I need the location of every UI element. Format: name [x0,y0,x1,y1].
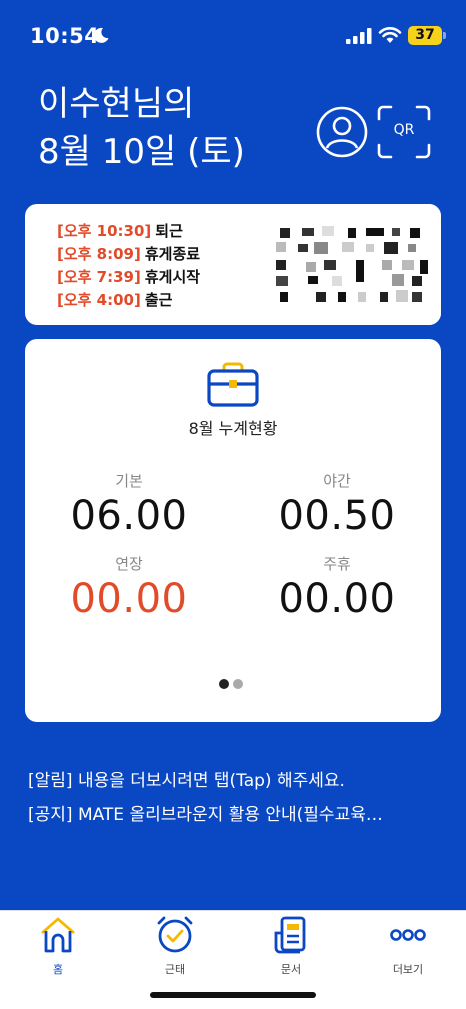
battery-tip [443,32,446,39]
time-log-list: [오후 10:30] 퇴근 [오후 8:09] 휴게종료 [오후 7:39] 휴게시작… [57,220,200,312]
stat-night: 야간 00.50 [247,470,427,539]
stat-label: 연장 [115,555,143,573]
qr-label: QR [393,122,415,138]
log-label: 휴게시작 [144,268,201,286]
nav-more[interactable]: 더보기 [368,915,448,977]
status-time: 10:54 [30,24,100,48]
stat-value: 00.00 [278,576,396,622]
greeting: 이수현님의 8월 10일 (토) [38,80,245,176]
page-indicator[interactable] [219,679,249,689]
page-dot-active[interactable] [219,679,229,689]
nav-documents[interactable]: 문서 [251,915,331,977]
alarm-clock-icon [157,916,193,953]
stat-label: 기본 [115,472,143,490]
home-indicator[interactable] [150,992,316,998]
time-log-row: [오후 4:00] 출근 [57,289,200,312]
stat-overtime: 연장 00.00 [39,553,219,622]
log-time: [오후 7:39] [57,268,141,286]
nav-home[interactable]: 홈 [18,915,98,977]
pixelated-redaction [262,204,441,325]
stat-weekly-holiday: 주휴 00.00 [247,553,427,622]
moon-icon [93,27,109,43]
nav-label: 더보기 [392,963,424,976]
nav-label: 문서 [280,963,302,976]
briefcase-icon [207,362,259,407]
log-time: [오후 10:30] [57,222,152,240]
stat-label: 야간 [323,472,351,490]
status-bar: 10:54 37 [0,0,466,70]
more-icon [390,929,426,941]
home-icon [41,917,75,953]
stat-value: 00.00 [70,576,188,622]
log-label: 출근 [144,291,173,309]
nav-label: 근태 [164,963,186,976]
stat-label: 주휴 [323,555,351,573]
log-time: [오후 4:00] [57,291,141,309]
log-time: [오후 8:09] [57,245,141,263]
time-log-row: [오후 7:39] 휴게시작 [57,266,200,289]
time-log-row: [오후 10:30] 퇴근 [57,220,200,243]
page-dot[interactable] [233,679,243,689]
stats-title: 8월 누계현황 [188,419,278,438]
wifi-icon [378,27,402,43]
stat-value: 00.50 [278,493,396,539]
log-label: 퇴근 [155,222,183,240]
time-log-card[interactable]: [오후 10:30] 퇴근 [오후 8:09] 휴게종료 [오후 7:39] 휴게시작… [25,204,441,325]
signal-icon [346,28,372,44]
qr-scan-button[interactable]: QR [377,105,431,159]
time-log-row: [오후 8:09] 휴게종료 [57,243,200,266]
stat-value: 06.00 [70,493,188,539]
monthly-stats-card[interactable]: 8월 누계현황 기본 06.00 야간 00.50 연장 00.00 주휴 00… [25,339,441,722]
nav-attendance[interactable]: 근태 [135,915,215,977]
battery-indicator: 37 [408,26,442,45]
log-label: 휴게종료 [144,245,201,263]
document-icon [274,916,306,954]
notice-announcement[interactable]: [공지] MATE 올리브라운지 활용 안내(필수교육… [28,800,383,825]
stat-basic: 기본 06.00 [39,470,219,539]
nav-label: 홈 [52,963,64,976]
greeting-name: 이수현님의 [38,84,195,124]
profile-icon[interactable] [316,106,368,158]
greeting-date: 8월 10일 (토) [38,132,245,172]
app-screen: 10:54 37 이수현님의 8월 10일 (토) QR [오후 10:30] … [0,0,466,1009]
notice-alert[interactable]: [알림] 내용을 더보시려면 탭(Tap) 해주세요. [28,766,345,791]
